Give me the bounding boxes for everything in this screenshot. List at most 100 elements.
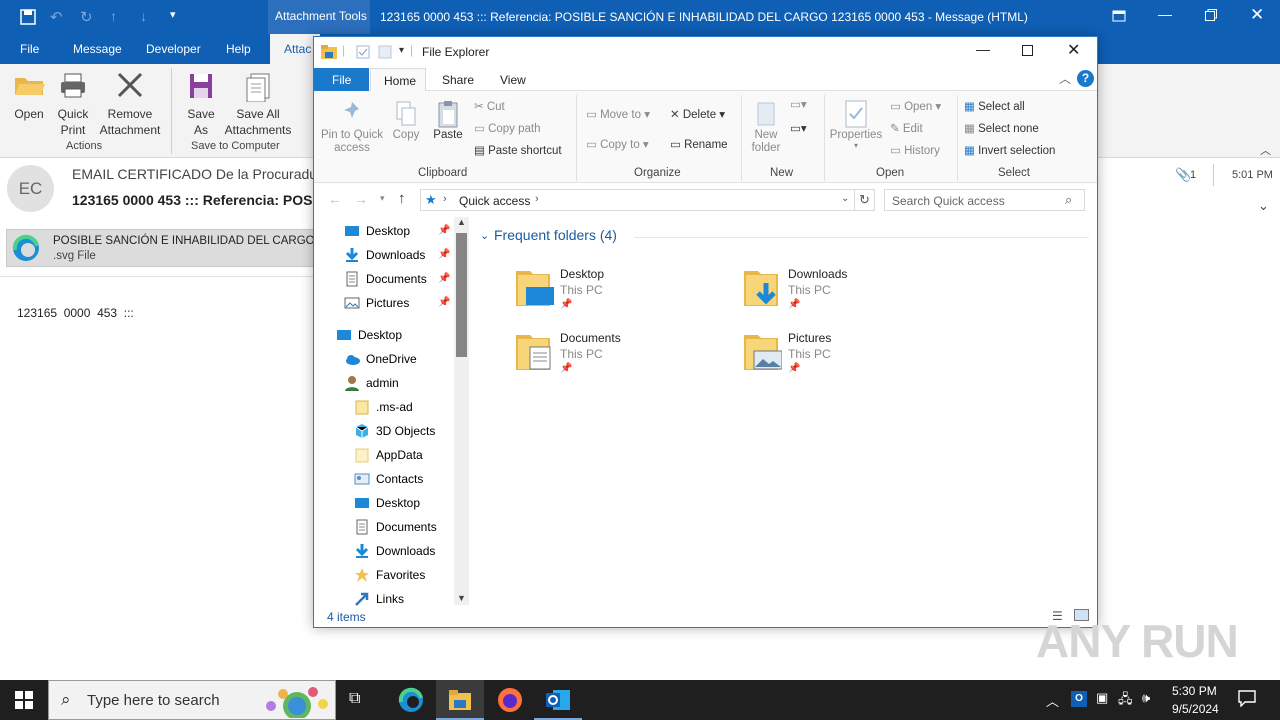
nav-documents-user[interactable]: Documents <box>354 517 437 537</box>
file-explorer-taskbar-button[interactable] <box>436 680 484 720</box>
clock-time[interactable]: 5:30 PM <box>1172 684 1217 698</box>
pin-quick-access-button[interactable]: Pin to Quick access <box>320 99 384 155</box>
new-folder-button[interactable]: New folder <box>746 99 786 155</box>
nav-admin[interactable]: admin <box>344 373 399 393</box>
outlook-taskbar-button[interactable] <box>534 680 582 720</box>
minimize-icon[interactable]: — <box>1158 6 1172 22</box>
breadcrumb-chevron-icon[interactable]: › <box>535 193 539 205</box>
nav-downloads-user[interactable]: Downloads <box>354 541 435 561</box>
forward-arrow-icon[interactable]: → <box>354 191 368 207</box>
nav-ms-ad[interactable]: .ms-ad <box>354 397 413 417</box>
scroll-down-icon[interactable]: ▼ <box>457 593 466 603</box>
select-all-button[interactable]: ▦ Select all <box>964 99 1025 113</box>
cut-button[interactable]: ✂ Cut <box>474 99 505 113</box>
copy-path-button[interactable]: ▭ Copy path <box>474 121 541 135</box>
new-folder-qat-icon[interactable] <box>378 45 392 59</box>
up-arrow-icon[interactable]: ↑ <box>110 8 117 24</box>
undo-icon[interactable]: ↶ <box>50 8 63 26</box>
copy-button[interactable]: Copy <box>390 99 422 141</box>
properties-qat-icon[interactable] <box>356 45 370 59</box>
rename-button[interactable]: ▭ Rename <box>670 137 728 151</box>
address-bar[interactable]: ★ › Quick access › ⌄ <box>420 189 855 211</box>
nav-onedrive[interactable]: OneDrive <box>344 349 417 369</box>
paste-button[interactable]: Paste <box>432 99 464 141</box>
nav-contacts[interactable]: Contacts <box>354 469 423 489</box>
tab-help[interactable]: Help <box>226 42 251 56</box>
ribbon-display-icon[interactable] <box>1112 9 1126 23</box>
folder-tile-documents[interactable]: Documents This PC 📌 <box>514 327 714 383</box>
nav-links[interactable]: Links <box>354 589 404 609</box>
paste-shortcut-button[interactable]: ▤ Paste shortcut <box>474 143 562 157</box>
close-icon[interactable]: ✕ <box>1250 5 1264 25</box>
remove-attachment-button[interactable]: Remove Attachment <box>97 72 163 138</box>
taskbar-search-box[interactable]: ⌕ Type here to search <box>48 680 336 720</box>
qat-dropdown-icon[interactable]: ▾ <box>399 45 404 56</box>
redo-icon[interactable]: ↻ <box>80 8 93 26</box>
nav-pinned-downloads[interactable]: Downloads <box>344 245 425 265</box>
nav-pinned-documents[interactable]: Documents <box>344 269 427 289</box>
network-icon[interactable]: 🖧 <box>1118 690 1133 712</box>
invert-selection-button[interactable]: ▦ Invert selection <box>964 143 1055 157</box>
address-text[interactable]: Quick access <box>459 194 530 208</box>
nav-pinned-pictures[interactable]: Pictures <box>344 293 409 313</box>
move-to-button[interactable]: ▭ Move to ▾ <box>586 107 650 121</box>
nav-3d-objects[interactable]: 3D Objects <box>354 421 435 441</box>
clock-date[interactable]: 9/5/2024 <box>1172 702 1219 716</box>
explorer-minimize-icon[interactable]: — <box>976 41 990 57</box>
task-view-icon[interactable]: ⧉ <box>349 690 360 708</box>
nav-desktop[interactable]: Desktop <box>336 325 402 345</box>
refresh-button[interactable]: ↻ <box>855 189 875 211</box>
tab-developer[interactable]: Developer <box>146 42 201 56</box>
tab-file[interactable]: File <box>20 42 39 56</box>
nav-appdata[interactable]: AppData <box>354 445 423 465</box>
expand-header-icon[interactable]: ⌄ <box>1258 198 1269 214</box>
scroll-up-icon[interactable]: ▲ <box>457 217 466 227</box>
folder-tile-desktop[interactable]: Desktop This PC 📌 <box>514 263 714 319</box>
restore-icon[interactable] <box>1205 9 1217 21</box>
tray-chevron-icon[interactable]: ︿ <box>1046 691 1059 710</box>
tab-message[interactable]: Message <box>73 42 122 56</box>
up-arrow-icon[interactable]: ↑ <box>398 190 406 207</box>
attachment-chip[interactable]: POSIBLE SANCIÓN E INHABILIDAD DEL CARGO.… <box>6 229 324 267</box>
notification-icon[interactable] <box>1238 689 1256 707</box>
properties-button[interactable]: Properties ▾ <box>828 99 884 150</box>
search-box[interactable]: Search Quick access ⌕ <box>884 189 1085 211</box>
select-none-button[interactable]: ▦ Select none <box>964 121 1039 135</box>
save-icon[interactable] <box>20 9 36 25</box>
new-item-icon[interactable]: ▭▾ <box>790 97 807 111</box>
customize-toolbar-icon[interactable]: ▾ <box>170 8 176 21</box>
tab-home[interactable]: Home <box>370 68 426 92</box>
collapse-group-icon[interactable]: ⌄ <box>480 229 489 242</box>
open-attachment-button[interactable]: Open <box>8 72 50 122</box>
easy-access-icon[interactable]: ▭▾ <box>790 121 807 135</box>
address-dropdown-icon[interactable]: ⌄ <box>841 193 849 204</box>
open-button[interactable]: ▭ Open ▾ <box>890 99 941 113</box>
volume-icon[interactable]: 🕪 <box>1142 690 1150 706</box>
recent-locations-icon[interactable]: ▾ <box>380 193 385 204</box>
nav-desktop-user[interactable]: Desktop <box>354 493 420 513</box>
nav-favorites[interactable]: Favorites <box>354 565 425 585</box>
explorer-maximize-icon[interactable] <box>1022 45 1033 56</box>
copy-to-button[interactable]: ▭ Copy to ▾ <box>586 137 649 151</box>
collapse-ribbon-icon[interactable]: ︿ <box>1260 142 1271 158</box>
edit-button[interactable]: ✎ Edit <box>890 121 923 135</box>
tab-view[interactable]: View <box>500 73 526 87</box>
history-button[interactable]: ▭ History <box>890 143 940 157</box>
folder-tile-downloads[interactable]: Downloads This PC 📌 <box>742 263 942 319</box>
outlook-tray-icon[interactable]: O <box>1071 691 1087 707</box>
quick-print-button[interactable]: Quick Print <box>54 72 92 138</box>
back-arrow-icon[interactable]: ← <box>328 191 342 207</box>
delete-button[interactable]: ✕ Delete ▾ <box>670 107 725 121</box>
group-header[interactable]: Frequent folders (4) <box>494 227 617 243</box>
scroll-thumb[interactable] <box>456 233 467 357</box>
firefox-icon[interactable] <box>497 687 523 713</box>
windows-start-icon[interactable] <box>15 691 33 709</box>
save-all-attachments-button[interactable]: Save All Attachments <box>222 72 294 138</box>
edge-taskbar-icon[interactable] <box>398 687 424 713</box>
device-tray-icon[interactable]: ▣ <box>1096 690 1108 706</box>
tab-share[interactable]: Share <box>442 73 474 87</box>
explorer-close-icon[interactable]: ✕ <box>1067 40 1080 60</box>
folder-tile-pictures[interactable]: Pictures This PC 📌 <box>742 327 942 383</box>
tab-file[interactable]: File <box>314 68 369 91</box>
help-icon[interactable]: ? <box>1077 70 1094 87</box>
